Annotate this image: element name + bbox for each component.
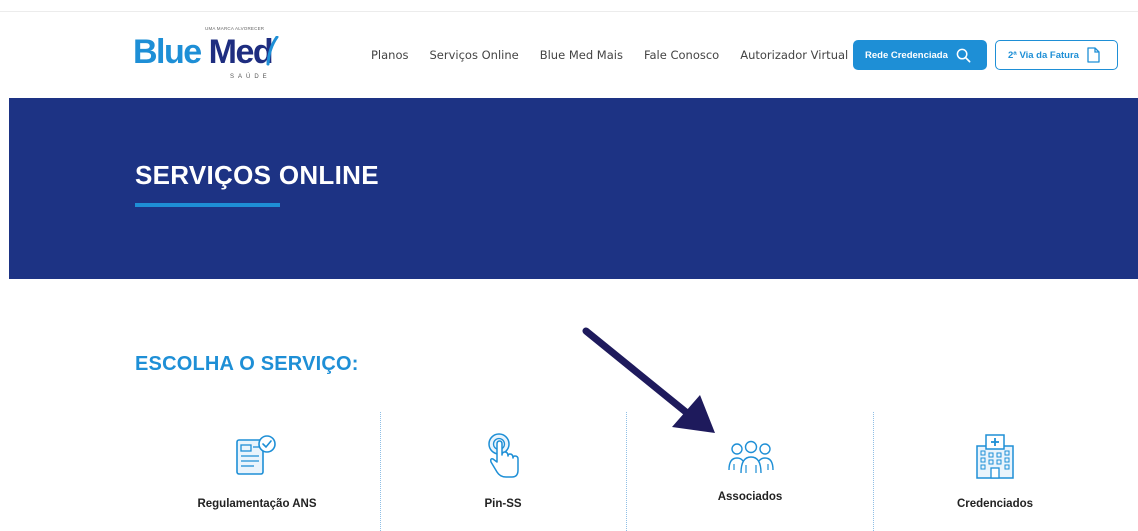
page-banner: SERVIÇOS ONLINE <box>9 98 1138 279</box>
logo-word-blue: Blue <box>133 33 202 71</box>
rede-credenciada-button[interactable]: Rede Credenciada <box>853 40 987 70</box>
service-card-regulamentacao-ans[interactable]: Regulamentação ANS <box>150 412 370 531</box>
nav-item-blue-med-mais[interactable]: Blue Med Mais <box>540 48 623 62</box>
service-card-associados[interactable]: Associados <box>645 412 855 531</box>
card-divider <box>380 412 381 531</box>
main-nav: Planos Serviços Online Blue Med Mais Fal… <box>371 48 869 62</box>
service-label-credenciados: Credenciados <box>956 498 1034 510</box>
logo-swoosh-icon <box>266 36 279 66</box>
service-label-pin-ss: Pin-SS <box>484 498 522 510</box>
nav-item-planos[interactable]: Planos <box>371 48 409 62</box>
site-header: UMA MARCA ALVORECER Blue Med SAÚDE Plano… <box>0 12 1138 98</box>
segunda-via-fatura-button[interactable]: 2ª Via da Fatura <box>995 40 1118 70</box>
nav-item-autorizador-virtual[interactable]: Autorizador Virtual <box>740 48 848 62</box>
people-icon <box>728 440 774 474</box>
hospital-icon <box>976 434 1014 479</box>
page-title: SERVIÇOS ONLINE <box>135 160 379 190</box>
service-label-regulamentacao-ans: Regulamentação ANS <box>197 498 317 510</box>
card-divider <box>626 412 627 531</box>
service-label-associados: Associados <box>717 491 783 503</box>
touch-icon <box>488 433 519 478</box>
card-divider <box>873 412 874 531</box>
rede-credenciada-label: Rede Credenciada <box>865 49 948 61</box>
logo-word-med: Med <box>208 33 274 71</box>
title-underline <box>135 203 280 207</box>
logo-tagline: UMA MARCA ALVORECER <box>205 26 265 31</box>
section-title: ESCOLHA O SERVIÇO: <box>135 353 359 375</box>
blue-med-logo[interactable]: UMA MARCA ALVORECER Blue Med SAÚDE <box>133 26 283 86</box>
segunda-via-fatura-label: 2ª Via da Fatura <box>1008 49 1079 61</box>
nav-item-fale-conosco[interactable]: Fale Conosco <box>644 48 719 62</box>
document-check-icon <box>236 435 276 475</box>
service-card-credenciados[interactable]: Credenciados <box>890 412 1105 531</box>
nav-item-servicos-online[interactable]: Serviços Online <box>430 48 519 62</box>
search-icon <box>956 48 971 62</box>
service-card-pin-ss[interactable]: Pin-SS <box>398 412 608 531</box>
document-icon <box>1087 47 1100 63</box>
logo-subtitle: SAÚDE <box>230 74 271 80</box>
logo-wordmark: Blue Med <box>133 33 274 72</box>
